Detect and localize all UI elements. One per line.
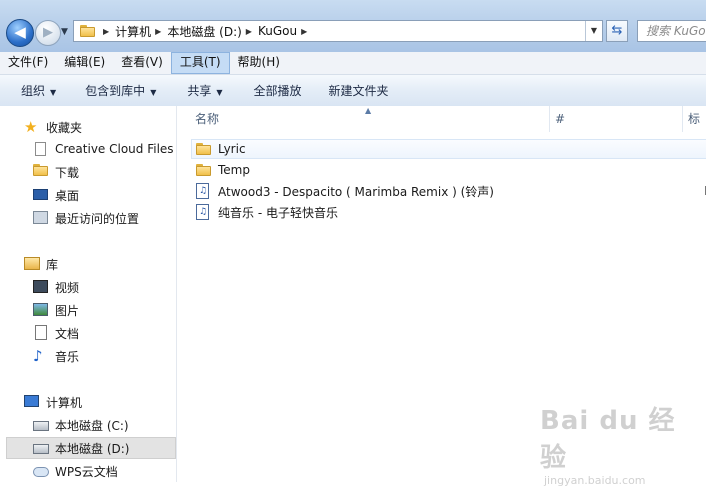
sidebar-item-label: 音乐	[55, 349, 80, 364]
chevron-down-icon: ▼	[150, 88, 157, 97]
breadcrumb-separator-icon[interactable]: ▶	[155, 27, 161, 36]
forward-button[interactable]: ▶	[35, 20, 61, 46]
menu-view[interactable]: 查看(V)	[113, 52, 171, 74]
sidebar-item-label: 图片	[55, 303, 80, 318]
cloud-icon	[33, 463, 49, 479]
menu-edit[interactable]: 编辑(E)	[56, 52, 113, 74]
download-folder-icon	[33, 164, 49, 180]
sidebar-item-label: 本地磁盘 (C:)	[55, 418, 129, 433]
file-name: 纯音乐 - 电子轻快音乐	[218, 205, 338, 220]
menu-tools[interactable]: 工具(T)	[170, 52, 230, 74]
sidebar-item-label: 桌面	[55, 188, 80, 203]
chevron-down-icon: ▼	[50, 88, 57, 97]
column-header-number[interactable]: #	[555, 106, 565, 132]
sidebar-computer[interactable]: 计算机	[0, 391, 200, 413]
picture-icon	[33, 302, 49, 318]
column-header-name[interactable]: 名称	[195, 106, 219, 132]
file-name: Temp	[218, 163, 250, 177]
document-icon	[33, 141, 49, 157]
sidebar-item-label: 文档	[55, 326, 80, 341]
desktop-icon	[33, 187, 49, 203]
sort-ascending-icon: ▲	[365, 106, 372, 115]
arrow-left-icon: ◀	[14, 23, 26, 41]
arrow-right-icon: ▶	[43, 25, 53, 40]
column-divider[interactable]	[682, 106, 683, 132]
sidebar-item-label: 本地磁盘 (D:)	[55, 441, 130, 456]
refresh-icon: ⇆	[611, 23, 623, 38]
library-icon	[24, 256, 40, 272]
refresh-button[interactable]: ⇆	[606, 20, 628, 42]
share-label: 共享	[187, 84, 212, 98]
column-header-title[interactable]: 标题	[688, 106, 706, 152]
column-divider[interactable]	[549, 106, 550, 132]
chevron-down-icon: ▼	[216, 88, 223, 97]
music-note-icon: ♪	[33, 347, 43, 365]
menu-file[interactable]: 文件(F)	[0, 52, 56, 74]
folder-icon	[196, 141, 212, 157]
folder-icon	[196, 162, 212, 178]
breadcrumb-separator-icon[interactable]: ▶	[103, 27, 109, 36]
video-icon	[33, 279, 49, 295]
sidebar-item-label: 最近访问的位置	[55, 211, 140, 226]
file-row-lyric[interactable]: Lyric	[191, 139, 706, 159]
sidebar-favorites[interactable]: ★ 收藏夹	[0, 116, 200, 138]
search-input[interactable]: 搜索 KuGou	[637, 20, 706, 42]
sidebar-item-label: 下载	[55, 165, 80, 180]
organize-label: 组织	[21, 84, 46, 98]
star-icon: ★	[24, 118, 38, 136]
document-icon	[33, 325, 49, 341]
file-row-despacito[interactable]: ♫ Atwood3 - Despacito ( Marimba Remix ) …	[191, 181, 706, 201]
address-bar[interactable]: ▶ 计算机 ▶ 本地磁盘 (D:) ▶ KuGou ▶ ▼	[73, 20, 603, 42]
computer-icon	[24, 394, 40, 410]
sidebar-item-label: 视频	[55, 280, 80, 295]
play-all-button[interactable]: 全部播放	[236, 82, 315, 99]
folder-icon	[80, 25, 95, 37]
navigation-bar: ◀ ▶ ▼ ▶ 计算机 ▶ 本地磁盘 (D:) ▶ KuGou ▶ ▼ ⇆ 搜索…	[0, 0, 706, 52]
menu-bar: 文件(F) 编辑(E) 查看(V) 工具(T) 帮助(H)	[0, 52, 706, 75]
sidebar-item-label: Creative Cloud Files	[55, 142, 174, 156]
include-in-library-label: 包含到库中	[85, 84, 146, 98]
file-name: Atwood3 - Despacito ( Marimba Remix ) (铃…	[218, 184, 494, 199]
breadcrumb-computer[interactable]: 计算机	[115, 23, 151, 40]
address-dropdown-button[interactable]: ▼	[585, 21, 602, 41]
breadcrumb-drive-d[interactable]: 本地磁盘 (D:)	[167, 23, 241, 40]
recent-pages-dropdown[interactable]: ▼	[61, 27, 68, 37]
file-name: Lyric	[218, 142, 246, 156]
back-button[interactable]: ◀	[6, 19, 34, 47]
drive-icon	[33, 440, 49, 456]
share-button[interactable]: 共享 ▼	[169, 82, 235, 99]
file-list: ▲ 名称 # 标题 Lyric Temp ♫ Atwood3 - Despaci…	[177, 106, 706, 482]
file-row-pure-music[interactable]: ♫ 纯音乐 - 电子轻快音乐	[191, 202, 338, 222]
sidebar-libraries[interactable]: 库	[0, 253, 200, 275]
music-file-icon: ♫	[196, 204, 212, 220]
sidebar-item-drive-d[interactable]: 本地磁盘 (D:)	[6, 437, 176, 459]
sidebar-computer-label: 计算机	[46, 395, 83, 410]
sidebar-favorites-label: 收藏夹	[46, 120, 83, 135]
file-row-temp[interactable]: Temp	[191, 160, 250, 180]
breadcrumb-kugou[interactable]: KuGou	[258, 24, 297, 38]
breadcrumb-separator-icon[interactable]: ▶	[301, 27, 307, 36]
include-in-library-button[interactable]: 包含到库中 ▼	[69, 82, 169, 99]
sidebar-libraries-label: 库	[46, 257, 59, 272]
new-folder-button[interactable]: 新建文件夹	[315, 82, 402, 99]
music-file-icon: ♫	[196, 183, 212, 199]
menu-help[interactable]: 帮助(H)	[230, 52, 288, 74]
command-bar: 组织 ▼ 包含到库中 ▼ 共享 ▼ 全部播放 新建文件夹	[0, 75, 706, 107]
navigation-pane: ★ 收藏夹 Creative Cloud Files 下载 桌面 最近访问的位置…	[0, 106, 177, 482]
organize-button[interactable]: 组织 ▼	[0, 82, 69, 99]
drive-icon	[33, 417, 49, 433]
recent-places-icon	[33, 210, 49, 226]
sidebar-item-label: WPS云文档	[55, 464, 118, 479]
breadcrumb-separator-icon[interactable]: ▶	[246, 27, 252, 36]
